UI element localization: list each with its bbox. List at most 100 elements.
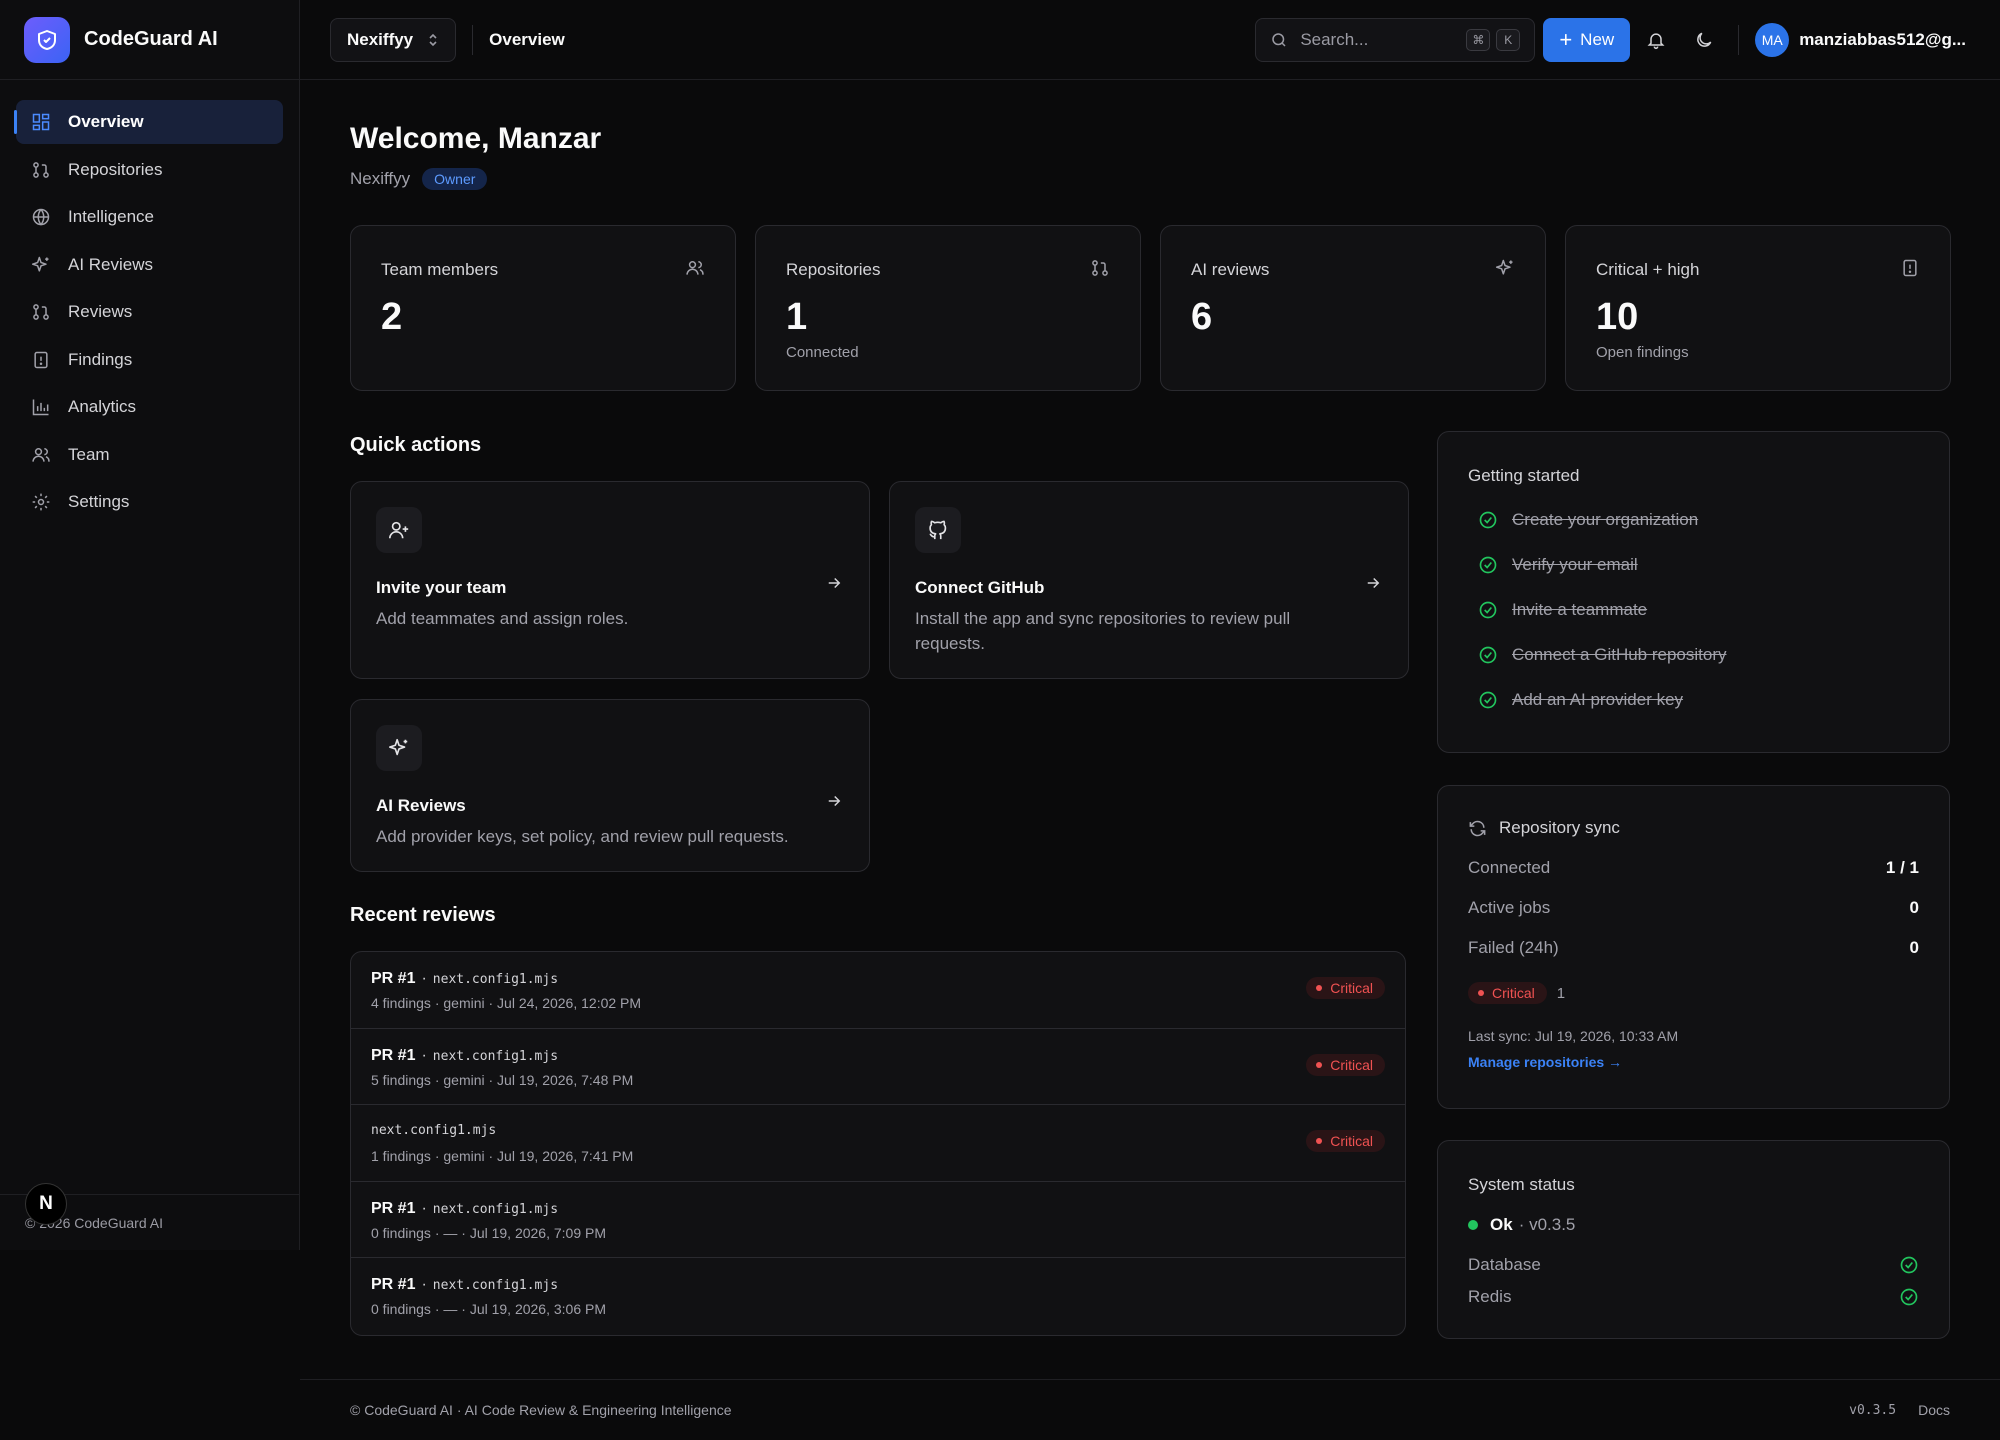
shield-logo-icon — [24, 16, 70, 63]
quick-action-connect-github[interactable]: Connect GitHub Install the app and sync … — [889, 481, 1409, 679]
page-footer: © CodeGuard AI · AI Code Review & Engine… — [300, 1379, 2000, 1440]
stat-label: Team members — [381, 260, 499, 279]
notifications-button[interactable] — [1634, 18, 1678, 62]
kv-label: Connected — [1468, 858, 1551, 877]
severity-label: Critical — [1330, 980, 1373, 996]
review-row[interactable]: PR #1 · next.config1.mjs 0 findings · — … — [351, 1182, 1405, 1259]
review-row[interactable]: PR #1 · next.config1.mjs 0 findings · — … — [351, 1258, 1405, 1335]
review-meta: 0 findings · — · Jul 19, 2026, 3:06 PM — [371, 1301, 607, 1318]
getting-started-title: Getting started — [1468, 466, 1580, 485]
manage-repositories-link[interactable]: Manage repositories → — [1468, 1054, 1622, 1070]
system-status-panel: System status Ok · v0.3.5 Database Redis — [1437, 1140, 1950, 1339]
recent-reviews-list: PR #1 · next.config1.mjs 4 findings · ge… — [350, 951, 1406, 1336]
system-status-title: System status — [1468, 1175, 1575, 1194]
checklist-item[interactable]: Connect a GitHub repository — [1478, 645, 1727, 665]
topbar: Nexiffyy Overview Search... ⌘ K + New MA… — [300, 0, 2000, 80]
repository-sync-title: Repository sync — [1499, 818, 1620, 837]
search-input[interactable]: Search... ⌘ K — [1255, 17, 1536, 62]
sidebar-item-label: Analytics — [68, 397, 137, 416]
theme-toggle-button[interactable] — [1682, 18, 1726, 62]
new-button[interactable]: + New — [1543, 17, 1631, 62]
avatar[interactable]: MA — [1755, 22, 1790, 57]
org-label: Nexiffyy — [350, 169, 411, 188]
refresh-icon — [1468, 819, 1487, 838]
org-name: Nexiffyy — [347, 29, 414, 49]
sidebar-item-intelligence[interactable]: Intelligence — [16, 195, 283, 239]
search-icon — [1270, 31, 1288, 49]
sidebar-item-team[interactable]: Team — [16, 433, 283, 477]
arrow-right-icon — [825, 574, 843, 592]
checklist-item[interactable]: Add an AI provider key — [1478, 690, 1683, 710]
user-email[interactable]: manziabbas512@g... — [1799, 30, 1966, 50]
sidebar-item-settings[interactable]: Settings — [16, 480, 283, 524]
file-name: next.config1.mjs — [432, 972, 559, 987]
sidebar-item-label: AI Reviews — [68, 254, 154, 274]
divider — [1738, 24, 1740, 55]
checklist-item[interactable]: Invite a teammate — [1478, 600, 1647, 620]
review-title: PR #1 · next.config1.mjs — [371, 1200, 558, 1218]
sidebar-nav: Overview Repositories Intelligence AI Re… — [0, 80, 299, 548]
page-title: Welcome, Manzar — [350, 122, 602, 155]
stat-value: 6 — [1191, 296, 1213, 338]
sidebar-item-findings[interactable]: Findings — [16, 338, 283, 382]
stat-label: AI reviews — [1191, 260, 1270, 279]
checklist-item[interactable]: Create your organization — [1478, 510, 1698, 530]
sync-connected-row: Connected 1 / 1 — [1468, 858, 1919, 878]
topbar-actions: Search... ⌘ K + New MA manziabbas512@g..… — [1255, 17, 2000, 62]
brand[interactable]: CodeGuard AI — [0, 0, 299, 80]
stat-card-ai-reviews: AI reviews 6 — [1160, 225, 1546, 391]
moon-icon — [1694, 30, 1714, 50]
review-title: PR #1 · next.config1.mjs — [371, 1276, 558, 1294]
sidebar-item-ai-reviews[interactable]: AI Reviews — [16, 243, 283, 287]
review-title: PR #1 · next.config1.mjs — [371, 970, 558, 988]
stat-sub: Connected — [786, 344, 859, 361]
chevron-up-down-icon — [427, 32, 439, 48]
quick-action-invite-team[interactable]: Invite your team Add teammates and assig… — [350, 481, 870, 679]
sidebar-item-overview[interactable]: Overview — [14, 100, 283, 144]
quick-action-desc: Add provider keys, set policy, and revie… — [376, 827, 789, 846]
gear-icon — [30, 491, 52, 513]
review-row[interactable]: PR #1 · next.config1.mjs 5 findings · ge… — [351, 1029, 1405, 1106]
new-button-label: New — [1580, 29, 1615, 49]
sidebar-item-analytics[interactable]: Analytics — [16, 385, 283, 429]
severity-label: Critical — [1330, 1133, 1373, 1150]
stat-label: Critical + high — [1596, 260, 1700, 279]
kv-value: 0 — [1909, 898, 1919, 917]
file-name: next.config1.mjs — [432, 1278, 559, 1294]
quick-action-desc: Add teammates and assign roles. — [376, 609, 629, 628]
file-name: next.config1.mjs — [432, 1048, 559, 1064]
review-title: PR #1 · next.config1.mjs — [371, 1047, 558, 1065]
sidebar-item-label: Overview — [68, 112, 144, 131]
sidebar-item-reviews[interactable]: Reviews — [16, 290, 283, 334]
org-switcher[interactable]: Nexiffyy — [330, 17, 457, 62]
checklist-label: Create your organization — [1512, 510, 1699, 529]
checklist-label: Verify your email — [1512, 555, 1638, 574]
pr-number: PR #1 — [371, 970, 416, 987]
status-text: Ok — [1490, 1215, 1513, 1234]
next-dev-badge[interactable]: N — [25, 1183, 67, 1225]
review-row[interactable]: next.config1.mjs 1 findings · gemini · J… — [351, 1105, 1405, 1182]
repository-sync-header: Repository sync — [1468, 818, 1620, 838]
service-row-redis: Redis — [1468, 1287, 1919, 1307]
check-circle-icon — [1478, 600, 1498, 620]
sparkles-icon — [30, 254, 52, 276]
separator: · — [421, 1046, 427, 1064]
app-name: CodeGuard AI — [84, 28, 218, 50]
git-pull-request-icon — [30, 159, 52, 181]
severity-dot — [1316, 1138, 1323, 1145]
git-pull-request-icon — [30, 301, 52, 323]
breadcrumb: Overview — [489, 29, 565, 49]
quick-action-desc: Install the app and sync repositories to… — [915, 609, 1291, 653]
arrow-right-icon — [825, 792, 843, 810]
file-name: next.config1.mjs — [371, 1123, 497, 1139]
quick-action-title: Invite your team — [376, 578, 507, 597]
docs-link[interactable]: Docs — [1918, 1402, 1950, 1418]
search-placeholder: Search... — [1300, 29, 1369, 49]
review-row[interactable]: PR #1 · next.config1.mjs 4 findings · ge… — [351, 952, 1405, 1029]
check-circle-icon — [1899, 1255, 1919, 1275]
version-text: · v0.3.5 — [1518, 1215, 1576, 1234]
quick-action-ai-reviews[interactable]: AI Reviews Add provider keys, set policy… — [350, 699, 870, 872]
severity-dot — [1316, 1061, 1323, 1068]
sidebar-item-repositories[interactable]: Repositories — [16, 148, 283, 192]
checklist-item[interactable]: Verify your email — [1478, 555, 1638, 575]
